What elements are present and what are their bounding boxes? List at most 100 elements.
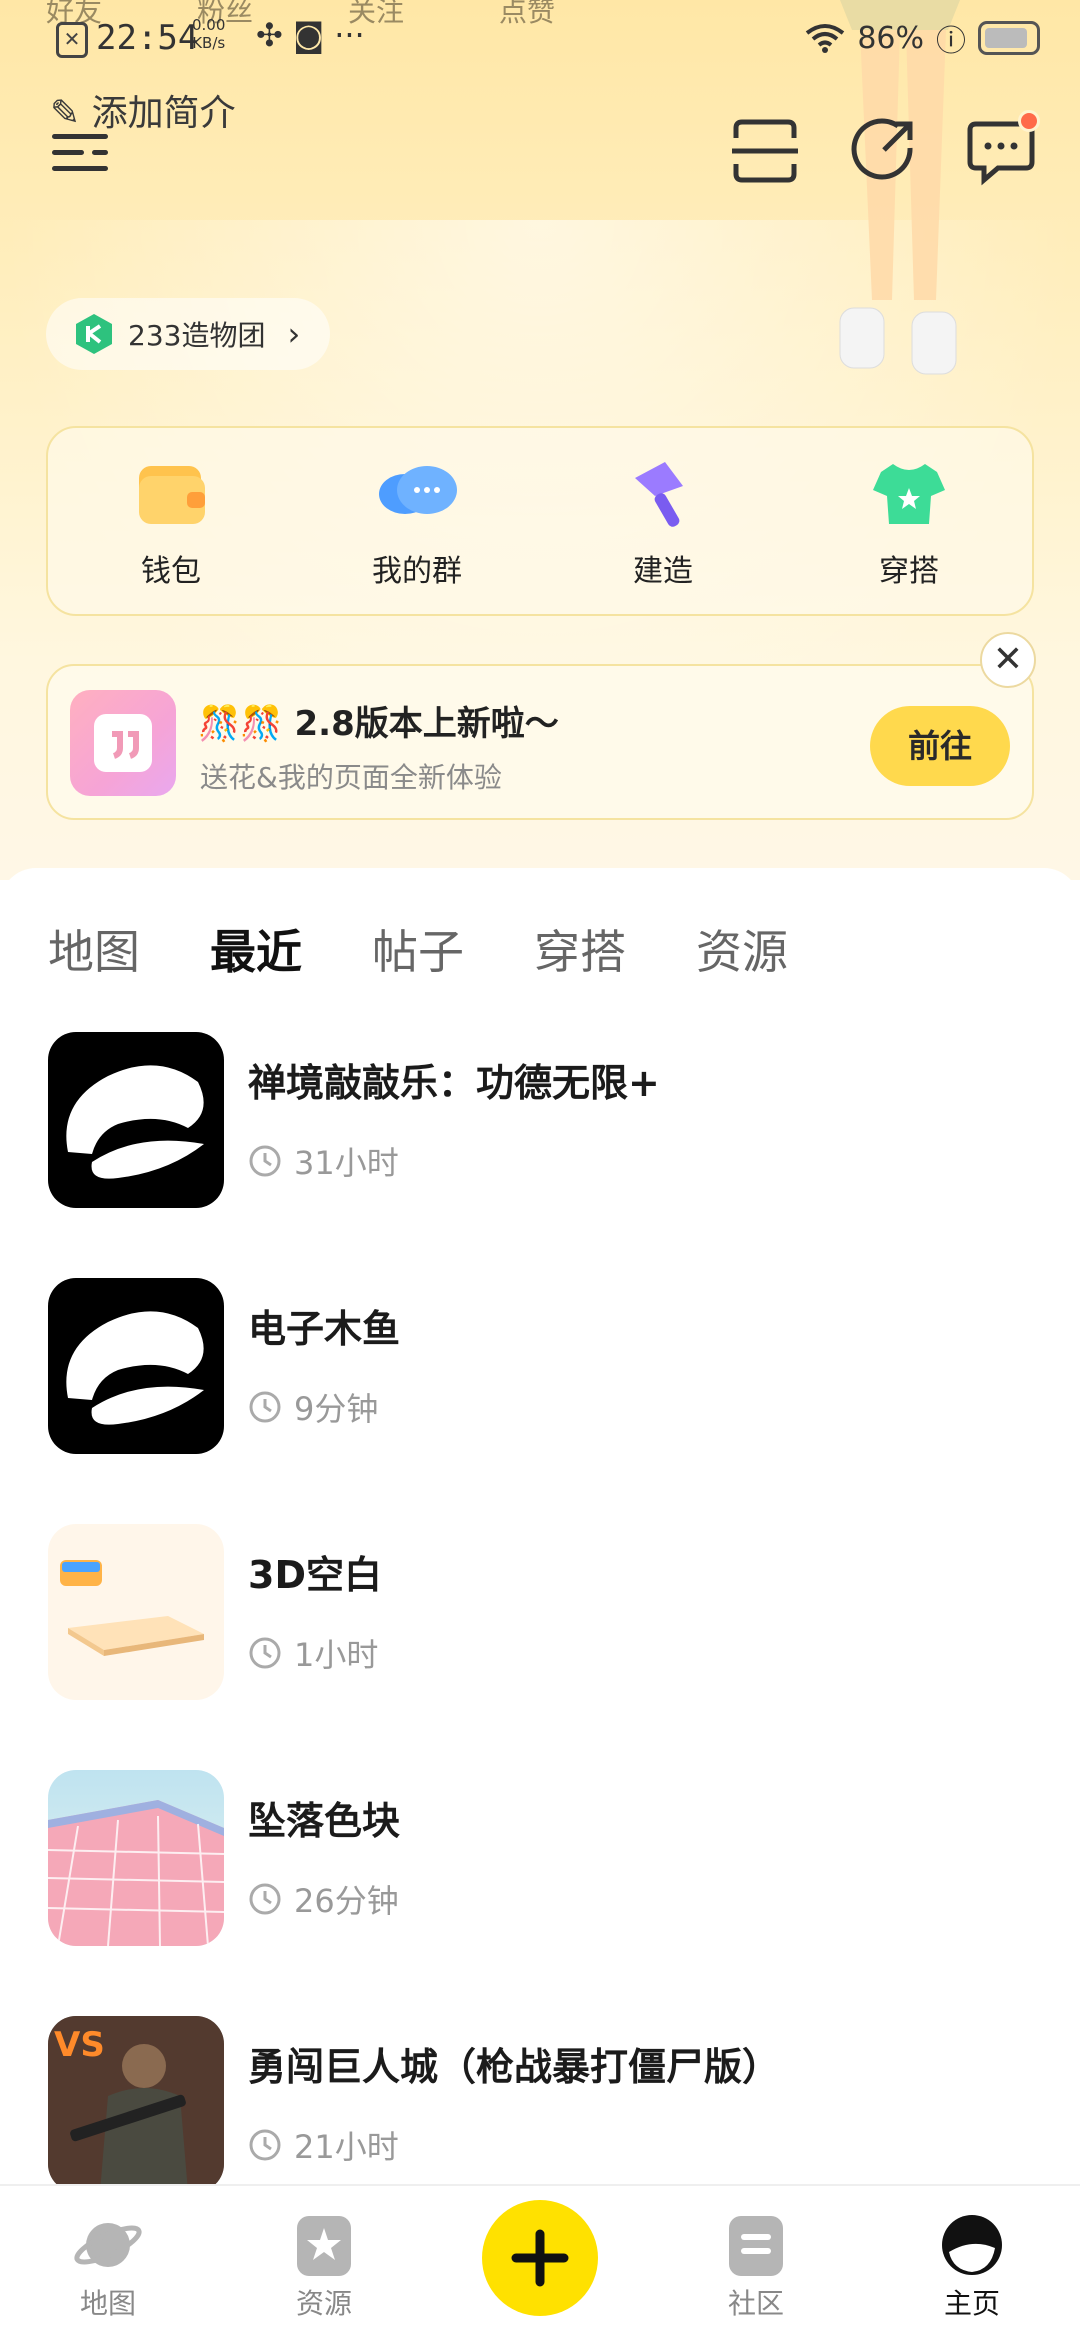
group-chat-icon bbox=[379, 466, 457, 514]
soldier-thumbnail: VS bbox=[48, 2016, 224, 2192]
banner-subtitle: 送花&我的页面全新体验 bbox=[200, 761, 502, 794]
falling-blocks-thumbnail bbox=[48, 1770, 224, 1946]
speed-value: 0.00 bbox=[192, 16, 226, 34]
list-item[interactable]: 电子木鱼 9分钟 bbox=[48, 1278, 1038, 1456]
camera-icon: ◙ bbox=[292, 16, 325, 54]
plus-icon bbox=[511, 2229, 569, 2287]
banner-title: 🎊🎊 2.8版本上新啦～ bbox=[198, 696, 559, 745]
tab-map[interactable]: 地图 bbox=[48, 916, 140, 982]
nav-resources-label: 资源 bbox=[295, 2287, 352, 2320]
notification-x-icon: ✕ bbox=[56, 22, 88, 58]
menu-button[interactable] bbox=[52, 128, 112, 178]
bottom-nav: 地图 资源 社区 主页 bbox=[0, 2184, 1080, 2342]
wooden-fish-thumbnail bbox=[48, 1032, 224, 1208]
create-button[interactable] bbox=[482, 2200, 598, 2316]
share-icon[interactable] bbox=[848, 116, 918, 186]
club-label: 233造物团 bbox=[128, 319, 266, 352]
outfit-button[interactable]: 穿搭 bbox=[786, 428, 1032, 614]
clock-icon bbox=[249, 1145, 281, 1177]
club-logo-icon bbox=[76, 314, 112, 354]
item-title: 3D空白 bbox=[248, 1553, 382, 1597]
wallet-icon bbox=[139, 466, 205, 524]
item-time: 26分钟 bbox=[248, 1876, 399, 1922]
status-bar: 好友 粉丝 关注 点赞 ✕ 22:54 0.00 KB/s ✣ ◙ ··· 86% ⓘ bbox=[0, 0, 1080, 80]
item-title: 禅境敲敲乐：功德无限+ bbox=[248, 1061, 660, 1105]
item-title: 电子木鱼 bbox=[248, 1307, 401, 1351]
clock: 22:54 bbox=[96, 18, 199, 58]
wooden-fish-thumbnail bbox=[48, 1278, 224, 1454]
blank-3d-thumbnail bbox=[48, 1524, 224, 1700]
notification-dot bbox=[1018, 110, 1040, 132]
chevron-right-icon: › bbox=[287, 315, 301, 353]
clock-icon bbox=[249, 1883, 281, 1915]
my-groups-button[interactable]: 我的群 bbox=[294, 428, 540, 614]
content-tabs: 地图 最近 帖子 穿搭 资源 bbox=[48, 916, 858, 982]
clock-icon bbox=[249, 1637, 281, 1669]
wifi-icon bbox=[806, 24, 845, 53]
go-button[interactable]: 前往 bbox=[870, 706, 1010, 786]
outfit-tshirt-icon bbox=[873, 464, 945, 524]
list-item[interactable]: VS 勇闯巨人城（枪战暴打僵尸版） 21小时 bbox=[48, 2016, 1038, 2194]
item-time: 9分钟 bbox=[248, 1384, 378, 1430]
speed-unit: KB/s bbox=[192, 34, 226, 52]
item-time-label: 31小时 bbox=[294, 1144, 399, 1182]
list-item[interactable]: 坠落色块 26分钟 bbox=[48, 1770, 1038, 1948]
content-sheet: 地图 最近 帖子 穿搭 资源 禅境敲敲乐：功德无限+ 31小时 电子木鱼 9分钟 bbox=[0, 868, 1080, 2192]
item-time-label: 21小时 bbox=[294, 2128, 399, 2166]
battery-icon bbox=[978, 21, 1040, 55]
nav-map-label: 地图 bbox=[79, 2287, 136, 2320]
outfit-label: 穿搭 bbox=[879, 554, 939, 589]
more-dots-icon: ··· bbox=[334, 16, 365, 54]
list-item[interactable]: 禅境敲敲乐：功德无限+ 31小时 bbox=[48, 1032, 1038, 1210]
nav-resources[interactable]: 资源 bbox=[264, 2212, 384, 2322]
clock-icon bbox=[249, 2129, 281, 2161]
nav-community[interactable]: 社区 bbox=[696, 2212, 816, 2322]
quote-icon bbox=[70, 690, 176, 796]
status-right: 86% ⓘ bbox=[805, 16, 1040, 60]
build-hammer-icon bbox=[635, 462, 683, 527]
nav-home[interactable]: 主页 bbox=[912, 2212, 1032, 2322]
celebration-icon: 🎊🎊 bbox=[198, 704, 283, 744]
svg-text:VS: VS bbox=[54, 2025, 105, 2065]
quick-actions-card: 钱包 我的群 建造 穿搭 bbox=[46, 426, 1034, 616]
tab-posts[interactable]: 帖子 bbox=[372, 916, 464, 982]
planet-icon bbox=[74, 2223, 142, 2267]
community-icon bbox=[729, 2216, 783, 2276]
clock-icon bbox=[249, 1391, 281, 1423]
wallet-button[interactable]: 钱包 bbox=[48, 428, 294, 614]
item-time: 31小时 bbox=[248, 1138, 399, 1184]
banner-title-text: 2.8版本上新啦～ bbox=[294, 704, 559, 744]
item-time: 21小时 bbox=[248, 2122, 399, 2168]
add-intro-label: 添加简介 bbox=[91, 93, 236, 134]
tab-outfits[interactable]: 穿搭 bbox=[534, 916, 626, 982]
nav-map[interactable]: 地图 bbox=[48, 2212, 168, 2322]
home-face-icon bbox=[942, 2215, 1002, 2275]
wallet-label: 钱包 bbox=[141, 554, 201, 589]
network-speed: 0.00 KB/s bbox=[192, 16, 225, 52]
update-banner[interactable]: 🎊🎊 2.8版本上新啦～ 送花&我的页面全新体验 前往 bbox=[46, 664, 1034, 820]
item-title: 坠落色块 bbox=[248, 1799, 401, 1843]
item-time: 1小时 bbox=[248, 1630, 378, 1676]
build-button[interactable]: 建造 bbox=[540, 428, 786, 614]
build-label: 建造 bbox=[633, 554, 693, 589]
close-banner-icon[interactable]: ✕ bbox=[980, 632, 1036, 688]
item-time-label: 9分钟 bbox=[294, 1390, 379, 1428]
nav-home-label: 主页 bbox=[943, 2287, 1000, 2320]
nav-community-label: 社区 bbox=[727, 2287, 784, 2320]
resources-star-icon bbox=[297, 2216, 351, 2276]
item-time-label: 1小时 bbox=[294, 1636, 379, 1674]
fan-icon: ✣ bbox=[256, 16, 283, 54]
club-badge[interactable]: 233造物团 › bbox=[46, 298, 331, 370]
tab-recent[interactable]: 最近 bbox=[210, 916, 302, 982]
tab-resources[interactable]: 资源 bbox=[696, 916, 788, 982]
battery-percent: 86% bbox=[857, 20, 924, 56]
item-time-label: 26分钟 bbox=[294, 1882, 399, 1920]
scan-icon[interactable] bbox=[730, 116, 800, 186]
messages-button[interactable] bbox=[966, 110, 1040, 186]
my-groups-label: 我的群 bbox=[372, 554, 462, 589]
likes-label: 点赞 bbox=[499, 0, 556, 28]
item-title: 勇闯巨人城（枪战暴打僵尸版） bbox=[248, 2045, 781, 2089]
list-item[interactable]: 3D空白 1小时 bbox=[48, 1524, 1038, 1702]
charging-icon: ⓘ bbox=[936, 24, 966, 59]
status-app-icons: ✣ ◙ ··· bbox=[256, 16, 365, 54]
